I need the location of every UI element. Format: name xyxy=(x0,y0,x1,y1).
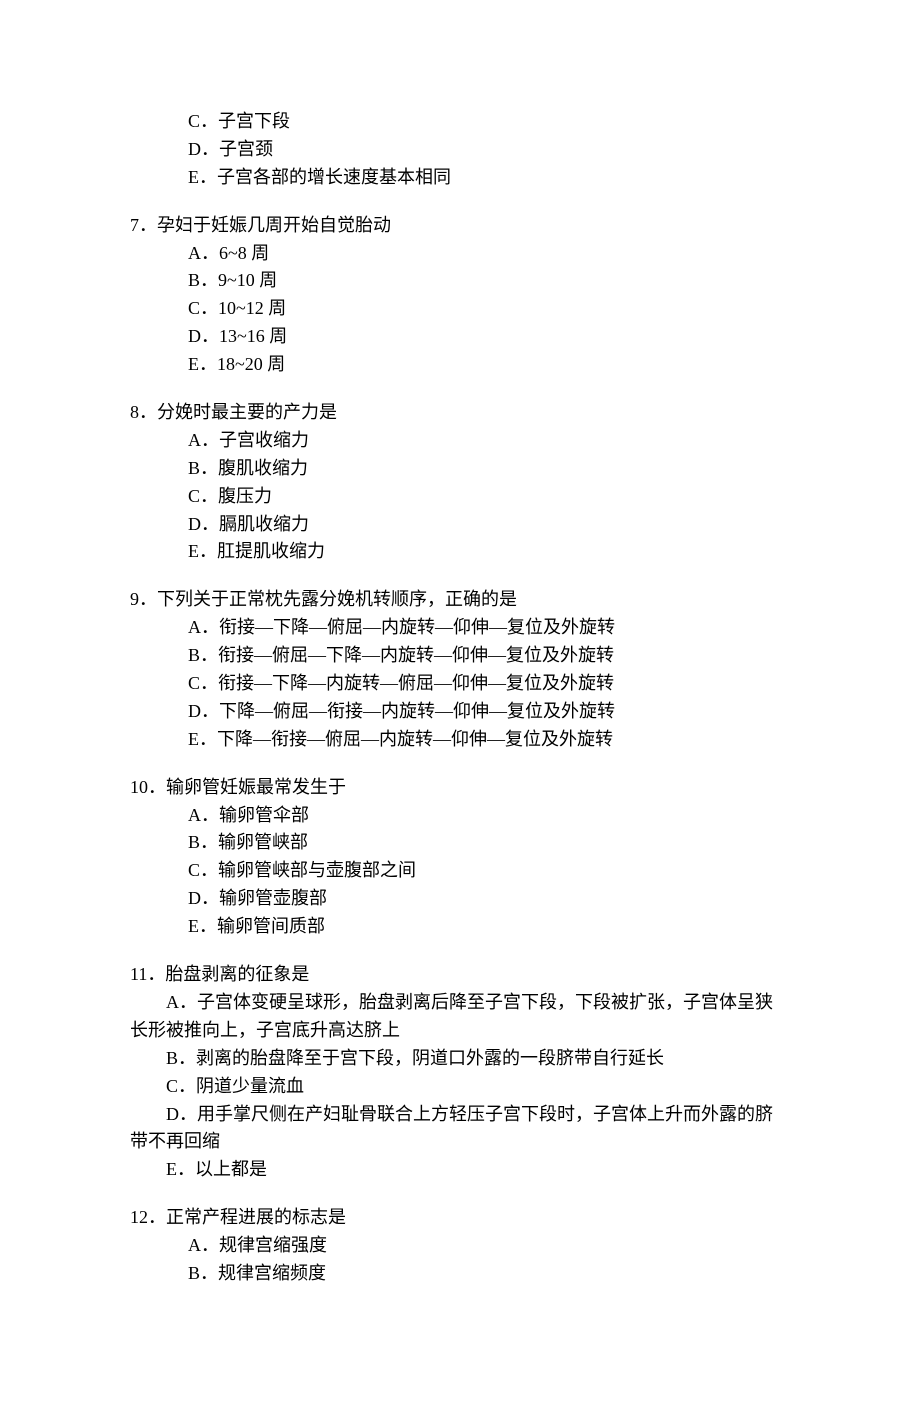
option-d: D．子宫颈 xyxy=(188,136,790,164)
question-9: 9．下列关于正常枕先露分娩机转顺序，正确的是 A．衔接—下降—俯屈—内旋转—仰伸… xyxy=(130,586,790,753)
option-b: B．剥离的胎盘降至于宫下段，阴道口外露的一段脐带自行延长 xyxy=(130,1045,790,1073)
option-c: C．输卵管峡部与壶腹部之间 xyxy=(188,857,790,885)
question-options: A．衔接—下降—俯屈—内旋转—仰伸—复位及外旋转 B．衔接—俯屈—下降—内旋转—… xyxy=(188,614,790,753)
option-d: D．13~16 周 xyxy=(188,323,790,351)
question-options: A．子宫体变硬呈球形，胎盘剥离后降至子宫下段，下段被扩张，子宫体呈狭长形被推向上… xyxy=(130,989,790,1184)
option-d: D．下降—俯屈—衔接—内旋转—仰伸—复位及外旋转 xyxy=(188,698,790,726)
question-stem: 12．正常产程进展的标志是 xyxy=(130,1204,790,1232)
option-b: B．9~10 周 xyxy=(188,267,790,295)
option-e: E．以上都是 xyxy=(130,1156,790,1184)
option-b: B．规律宫缩频度 xyxy=(188,1260,790,1288)
question-8: 8．分娩时最主要的产力是 A．子宫收缩力 B．腹肌收缩力 C．腹压力 D．膈肌收… xyxy=(130,399,790,566)
question-options: A．规律宫缩强度 B．规律宫缩频度 xyxy=(188,1232,790,1288)
option-a: A．规律宫缩强度 xyxy=(188,1232,790,1260)
option-d: D．用手掌尺侧在产妇耻骨联合上方轻压子宫下段时，子宫体上升而外露的脐带不再回缩 xyxy=(130,1101,790,1157)
option-c: C．阴道少量流血 xyxy=(130,1073,790,1101)
orphan-options-q6: C．子宫下段 D．子宫颈 E．子宫各部的增长速度基本相同 xyxy=(188,108,790,192)
option-e: E．肛提肌收缩力 xyxy=(188,538,790,566)
document-page: C．子宫下段 D．子宫颈 E．子宫各部的增长速度基本相同 7．孕妇于妊娠几周开始… xyxy=(0,0,920,1408)
option-c: C．子宫下段 xyxy=(188,108,790,136)
option-a: A．6~8 周 xyxy=(188,240,790,268)
question-stem: 8．分娩时最主要的产力是 xyxy=(130,399,790,427)
question-stem: 9．下列关于正常枕先露分娩机转顺序，正确的是 xyxy=(130,586,790,614)
question-options: A．输卵管伞部 B．输卵管峡部 C．输卵管峡部与壶腹部之间 D．输卵管壶腹部 E… xyxy=(188,802,790,941)
option-a: A．衔接—下降—俯屈—内旋转—仰伸—复位及外旋转 xyxy=(188,614,790,642)
question-11: 11．胎盘剥离的征象是 A．子宫体变硬呈球形，胎盘剥离后降至子宫下段，下段被扩张… xyxy=(130,961,790,1184)
question-12: 12．正常产程进展的标志是 A．规律宫缩强度 B．规律宫缩频度 xyxy=(130,1204,790,1288)
question-stem: 7．孕妇于妊娠几周开始自觉胎动 xyxy=(130,212,790,240)
option-e: E．输卵管间质部 xyxy=(188,913,790,941)
option-e: E．下降—衔接—俯屈—内旋转—仰伸—复位及外旋转 xyxy=(188,726,790,754)
option-c: C．腹压力 xyxy=(188,483,790,511)
option-b: B．腹肌收缩力 xyxy=(188,455,790,483)
option-c: C．衔接—下降—内旋转—俯屈—仰伸—复位及外旋转 xyxy=(188,670,790,698)
question-10: 10．输卵管妊娠最常发生于 A．输卵管伞部 B．输卵管峡部 C．输卵管峡部与壶腹… xyxy=(130,774,790,941)
option-e: E．子宫各部的增长速度基本相同 xyxy=(188,164,790,192)
option-c: C．10~12 周 xyxy=(188,295,790,323)
question-7: 7．孕妇于妊娠几周开始自觉胎动 A．6~8 周 B．9~10 周 C．10~12… xyxy=(130,212,790,379)
option-d: D．膈肌收缩力 xyxy=(188,511,790,539)
option-a: A．子宫收缩力 xyxy=(188,427,790,455)
option-a: A．输卵管伞部 xyxy=(188,802,790,830)
question-stem: 10．输卵管妊娠最常发生于 xyxy=(130,774,790,802)
option-e: E．18~20 周 xyxy=(188,351,790,379)
question-stem: 11．胎盘剥离的征象是 xyxy=(130,961,790,989)
option-b: B．衔接—俯屈—下降—内旋转—仰伸—复位及外旋转 xyxy=(188,642,790,670)
option-b: B．输卵管峡部 xyxy=(188,829,790,857)
question-options: A．子宫收缩力 B．腹肌收缩力 C．腹压力 D．膈肌收缩力 E．肛提肌收缩力 xyxy=(188,427,790,566)
option-d: D．输卵管壶腹部 xyxy=(188,885,790,913)
question-options: A．6~8 周 B．9~10 周 C．10~12 周 D．13~16 周 E．1… xyxy=(188,240,790,379)
option-a: A．子宫体变硬呈球形，胎盘剥离后降至子宫下段，下段被扩张，子宫体呈狭长形被推向上… xyxy=(130,989,790,1045)
